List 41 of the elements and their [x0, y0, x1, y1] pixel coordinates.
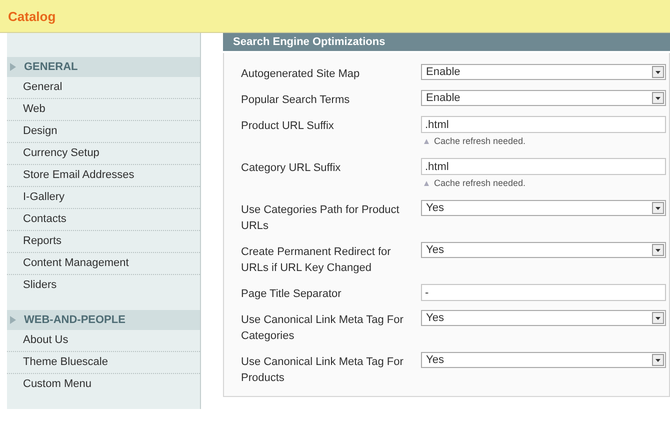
text-field[interactable]: .html	[421, 158, 666, 175]
select-field[interactable]: Yes	[421, 200, 666, 216]
sidebar-item[interactable]: Currency Setup	[7, 143, 200, 165]
triangle-icon	[10, 316, 16, 324]
field-label: Use Canonical Link Meta Tag For Categories	[241, 313, 404, 344]
sidebar-item[interactable]: General	[7, 77, 200, 99]
sidebar-item[interactable]: Reports	[7, 231, 200, 253]
select-field[interactable]: Yes	[421, 242, 666, 258]
field-label: Product URL Suffix	[241, 119, 335, 134]
select-field[interactable]: Enable	[421, 64, 666, 80]
field-label: Category URL Suffix	[241, 161, 342, 176]
sidebar-item[interactable]: Custom Menu	[7, 374, 200, 395]
text-field[interactable]: .html	[421, 116, 666, 133]
sidebar-item[interactable]: I-Gallery	[7, 187, 200, 209]
field-note: Cache refresh needed.	[434, 178, 526, 188]
section-header[interactable]: Search Engine Optimizations	[223, 33, 670, 51]
sidebar-section-header[interactable]: GENERAL	[7, 57, 200, 77]
select-field[interactable]: Yes	[421, 352, 666, 368]
field-note: Cache refresh needed.	[434, 136, 526, 146]
sidebar-section-header[interactable]: WEB-AND-PEOPLE	[7, 310, 200, 330]
sidebar-item[interactable]: Web	[7, 99, 200, 121]
field-label: Use Categories Path for Product URLs	[241, 203, 400, 234]
text-field[interactable]: -	[421, 284, 666, 301]
field-label: Popular Search Terms	[241, 93, 351, 108]
field-label: Use Canonical Link Meta Tag For Products	[241, 355, 404, 386]
sidebar-item[interactable]: Design	[7, 121, 200, 143]
sidebar-item[interactable]: About Us	[7, 330, 200, 352]
field-label: Create Permanent Redirect for URLs if URL Key Changed	[241, 245, 392, 276]
sidebar-item[interactable]: Theme Bluescale	[7, 352, 200, 374]
field-label: Page Title Separator	[241, 287, 342, 302]
banner-title: Catalog	[8, 8, 56, 24]
sidebar-item[interactable]: Sliders	[7, 275, 200, 296]
select-field[interactable]: Yes	[421, 310, 666, 326]
triangle-icon	[424, 180, 429, 186]
sidebar-item[interactable]: Content Management	[7, 253, 200, 275]
sidebar-item[interactable]: Store Email Addresses	[7, 165, 200, 187]
sidebar-item[interactable]: Contacts	[7, 209, 200, 231]
select-field[interactable]: Enable	[421, 90, 666, 106]
triangle-icon	[424, 138, 429, 144]
field-label: Autogenerated Site Map	[241, 67, 361, 82]
triangle-icon	[10, 63, 16, 71]
